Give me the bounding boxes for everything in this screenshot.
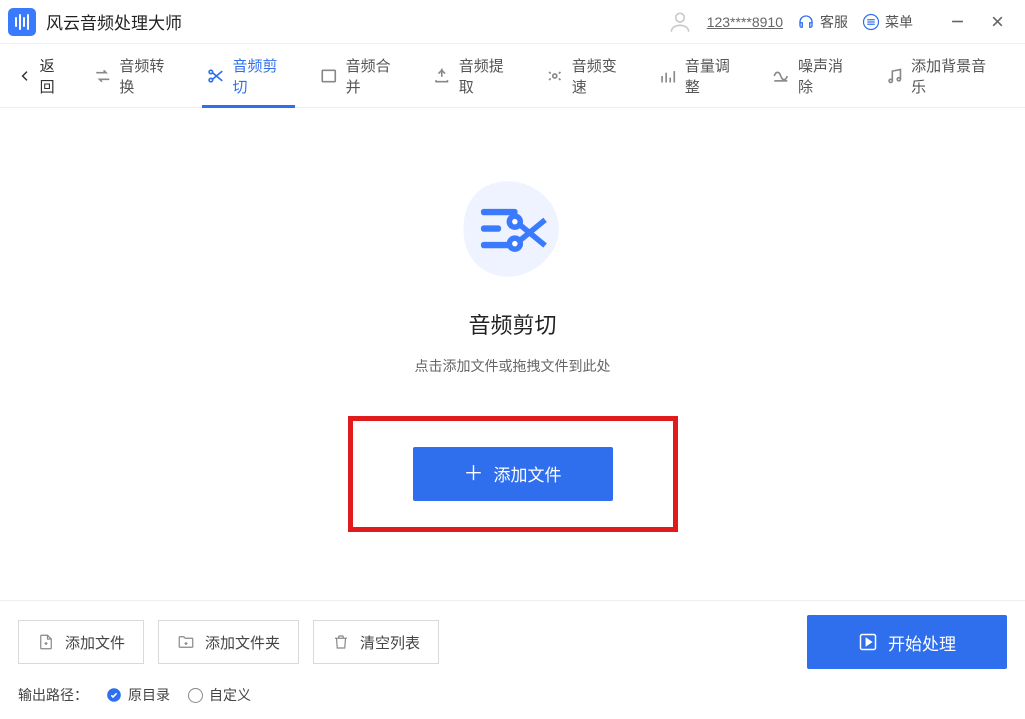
add-folder-label: 添加文件夹	[205, 632, 280, 653]
noise-icon	[771, 66, 791, 86]
trash-icon	[332, 633, 350, 651]
equalizer-icon	[658, 66, 678, 86]
close-button[interactable]	[977, 2, 1017, 42]
check-circle-icon	[106, 687, 122, 703]
add-folder-button[interactable]: 添加文件夹	[158, 620, 299, 664]
add-file-button[interactable]: 添加文件	[18, 620, 144, 664]
radio-custom-dir[interactable]: 自定义	[188, 685, 251, 705]
clear-list-button[interactable]: 清空列表	[313, 620, 439, 664]
play-icon	[858, 632, 878, 652]
tab-label: 音频变速	[572, 55, 631, 97]
tab-label: 音频合并	[346, 55, 405, 97]
tab-label: 音频剪切	[232, 55, 291, 97]
tab-label: 音频转换	[119, 55, 178, 97]
folder-add-icon	[177, 633, 195, 651]
tab-audio-convert[interactable]: 音频转换	[83, 44, 188, 108]
drop-area[interactable]: 音频剪切 点击添加文件或拖拽文件到此处 ＋ 添加文件	[0, 108, 1025, 597]
minimize-icon	[951, 15, 964, 28]
menu-icon	[862, 13, 880, 31]
radio-original-label: 原目录	[128, 685, 170, 705]
menu-button[interactable]: 菜单	[862, 12, 913, 32]
bottom-bar: 添加文件 添加文件夹 清空列表 开始处理 输出路径： 原目录 自定义	[0, 600, 1025, 719]
tab-label: 音频提取	[459, 55, 518, 97]
app-title: 风云音频处理大师	[46, 9, 182, 34]
radio-original-dir[interactable]: 原目录	[106, 685, 170, 705]
customer-service-button[interactable]: 客服	[797, 12, 848, 32]
radio-icon	[188, 688, 203, 703]
start-process-label: 开始处理	[888, 630, 956, 655]
add-file-hero-label: 添加文件	[494, 461, 562, 486]
tab-audio-cut[interactable]: 音频剪切	[196, 44, 301, 108]
speed-icon	[545, 66, 565, 86]
add-file-label: 添加文件	[65, 632, 125, 653]
radio-custom-label: 自定义	[209, 685, 251, 705]
clear-list-label: 清空列表	[360, 632, 420, 653]
tab-volume-adjust[interactable]: 音量调整	[648, 44, 753, 108]
output-path-label: 输出路径：	[18, 685, 88, 705]
minimize-button[interactable]	[937, 2, 977, 42]
hero-subtitle: 点击添加文件或拖拽文件到此处	[415, 356, 611, 376]
back-button[interactable]: 返回	[16, 55, 69, 97]
headset-icon	[797, 13, 815, 31]
waveform-icon	[15, 14, 29, 30]
extract-icon	[432, 66, 452, 86]
titlebar: 风云音频处理大师 123****8910 客服 菜单	[0, 0, 1025, 44]
plus-icon: ＋	[464, 464, 484, 484]
close-icon	[991, 15, 1004, 28]
tab-audio-speed[interactable]: 音频变速	[535, 44, 640, 108]
highlight-box: ＋ 添加文件	[348, 416, 678, 532]
menu-label: 菜单	[885, 12, 913, 32]
user-area: 123****8910 客服 菜单	[667, 2, 1023, 42]
customer-service-label: 客服	[820, 12, 848, 32]
arrow-left-icon	[16, 67, 34, 85]
tab-audio-extract[interactable]: 音频提取	[422, 44, 527, 108]
toolbar: 返回 音频转换 音频剪切 音频合并 音频提取 音频变速 音量调整 噪声消除 添加…	[0, 44, 1025, 108]
tab-label: 噪声消除	[798, 55, 857, 97]
tab-audio-merge[interactable]: 音频合并	[309, 44, 414, 108]
hero-title: 音频剪切	[468, 308, 556, 340]
music-icon	[885, 66, 905, 86]
file-add-icon	[37, 633, 55, 651]
back-label: 返回	[40, 55, 69, 97]
username-link[interactable]: 123****8910	[707, 14, 783, 30]
tab-noise-remove[interactable]: 噪声消除	[761, 44, 866, 108]
tab-label: 添加背景音乐	[911, 55, 999, 97]
start-process-button[interactable]: 开始处理	[807, 615, 1007, 669]
convert-icon	[93, 66, 113, 86]
hero-illustration	[458, 174, 568, 284]
app-logo	[8, 8, 36, 36]
tab-background-music[interactable]: 添加背景音乐	[875, 44, 1009, 108]
avatar-icon	[667, 9, 693, 35]
add-file-hero-button[interactable]: ＋ 添加文件	[413, 447, 613, 501]
merge-icon	[319, 66, 339, 86]
tab-label: 音量调整	[685, 55, 744, 97]
scissors-icon	[206, 66, 226, 86]
